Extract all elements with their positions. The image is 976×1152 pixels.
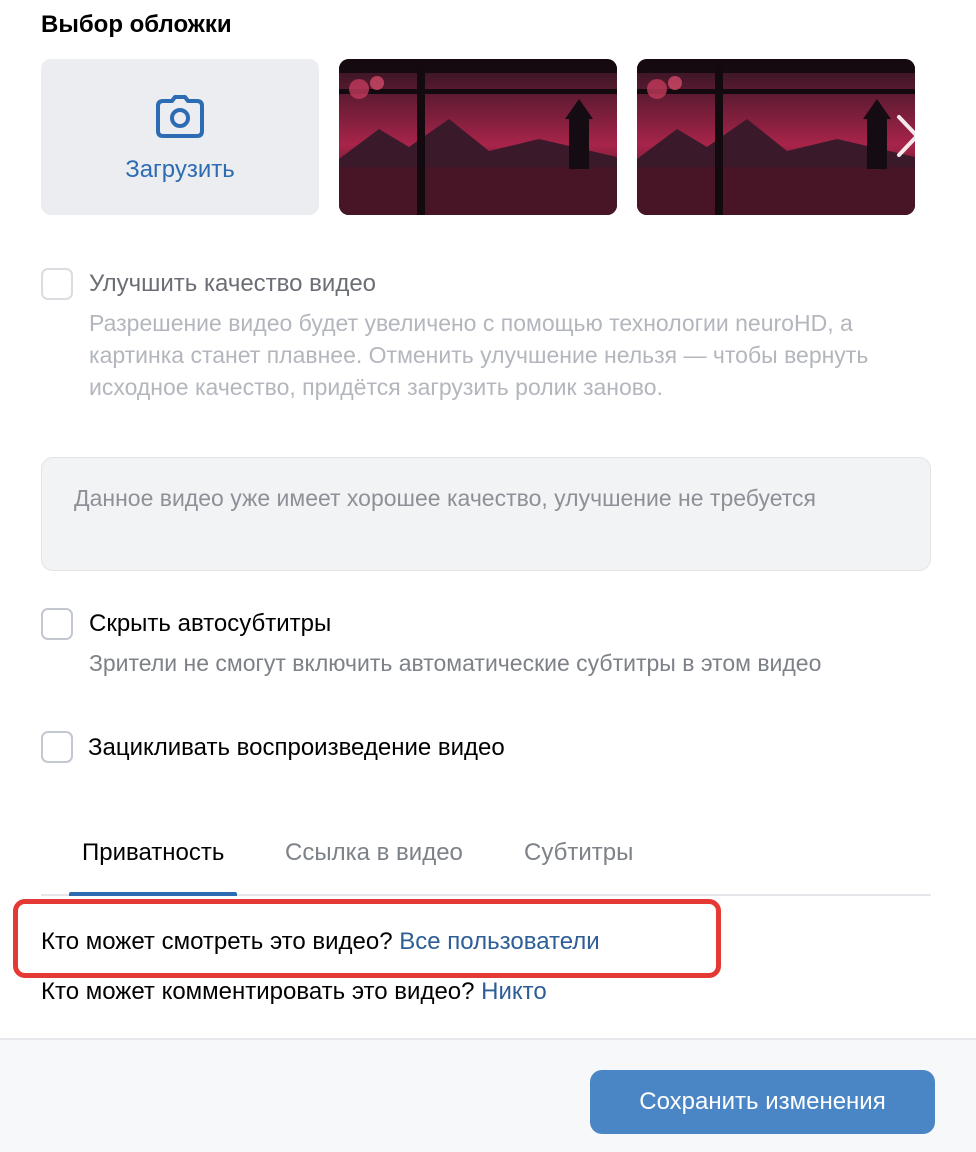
upload-label: Загрузить: [125, 156, 235, 183]
save-changes-button[interactable]: Сохранить изменения: [590, 1070, 935, 1134]
view-privacy-question: Кто может смотреть это видео?: [41, 928, 393, 955]
hide-autosubs-description: Зрители не смогут включить автоматически…: [89, 650, 822, 676]
tab-privacy[interactable]: Приватность: [68, 822, 238, 896]
cover-thumbnail[interactable]: [339, 59, 617, 215]
footer-bar: Сохранить изменения: [0, 1038, 976, 1152]
comment-privacy-row: Кто может комментировать это видео? Никт…: [41, 976, 547, 1008]
cover-thumbnail-image: [637, 59, 915, 215]
settings-tabs: Приватность Ссылка в видео Субтитры: [41, 822, 931, 896]
chevron-right-icon[interactable]: [887, 111, 927, 161]
enhance-quality-checkbox[interactable]: [41, 268, 73, 300]
loop-video-label[interactable]: Зацикливать воспроизведение видео: [88, 732, 505, 764]
enhance-quality-description: Разрешение видео будет увеличено с помощ…: [89, 310, 869, 400]
loop-video-checkbox[interactable]: [41, 731, 73, 763]
view-privacy-row: Кто может смотреть это видео? Все пользо…: [41, 926, 600, 958]
cover-thumbnail[interactable]: [637, 59, 915, 215]
hide-autosubs-label[interactable]: Скрыть автосубтитры: [89, 608, 331, 640]
enhance-info-notice: Данное видео уже имеет хорошее качество,…: [41, 457, 931, 571]
comment-privacy-value[interactable]: Никто: [481, 978, 547, 1005]
tab-video-link[interactable]: Ссылка в видео: [285, 822, 463, 894]
upload-cover-button[interactable]: Загрузить: [41, 59, 319, 215]
enhance-quality-label: Улучшить качество видео: [89, 270, 377, 297]
cover-section-title: Выбор обложки: [41, 11, 232, 38]
tab-subtitles[interactable]: Субтитры: [524, 822, 633, 894]
hide-autosubs-checkbox[interactable]: [41, 608, 73, 640]
view-privacy-value[interactable]: Все пользователи: [399, 928, 599, 955]
comment-privacy-question: Кто может комментировать это видео?: [41, 978, 475, 1005]
camera-icon: [156, 95, 204, 138]
cover-thumbnail-image: [339, 59, 617, 215]
cover-picker: Загрузить: [41, 59, 921, 215]
